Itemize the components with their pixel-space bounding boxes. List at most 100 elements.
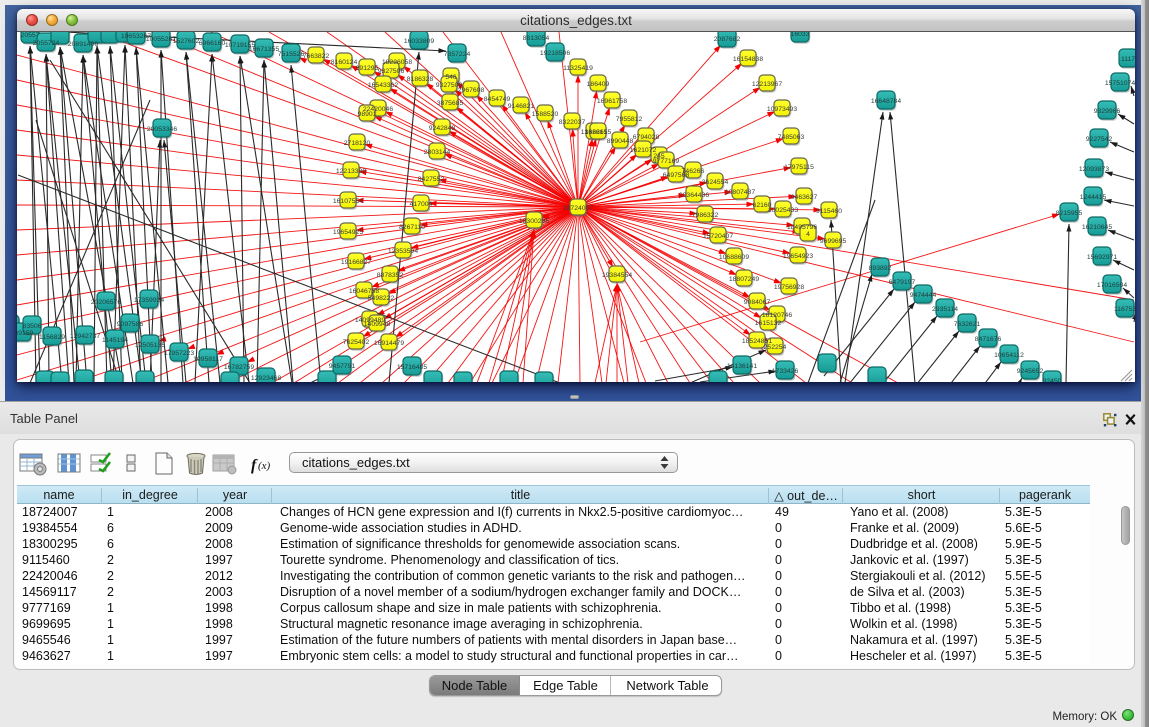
svg-text:12505135: 12505135 [135, 342, 165, 349]
svg-text:19654925: 19654925 [333, 229, 363, 236]
svg-text:20557: 20557 [21, 32, 40, 39]
svg-text:20206576: 20206576 [91, 299, 121, 306]
svg-text:10958117: 10958117 [193, 356, 223, 363]
svg-text:20053346: 20053346 [147, 126, 177, 133]
svg-text:8186328: 8186328 [407, 76, 434, 83]
svg-text:10807487: 10807487 [725, 189, 755, 196]
svg-text:16648784: 16648784 [871, 98, 901, 105]
svg-text:6479197: 6479197 [889, 279, 916, 286]
svg-text:2055724: 2055724 [33, 40, 60, 47]
svg-text:6497568: 6497568 [663, 172, 690, 179]
svg-text:15692971: 15692971 [1087, 254, 1117, 261]
svg-text:17359924: 17359924 [134, 297, 164, 304]
svg-text:19166827: 19166827 [341, 259, 371, 266]
svg-text:891295: 891295 [356, 65, 379, 72]
svg-text:92450: 92450 [1043, 378, 1062, 382]
svg-text:8813054: 8813054 [523, 35, 550, 42]
svg-text:2087682: 2087682 [714, 36, 741, 43]
svg-text:7515526: 7515526 [278, 51, 305, 58]
svg-text:9245652: 9245652 [1017, 368, 1044, 375]
svg-text:7625402: 7625402 [343, 339, 370, 346]
svg-text:8990448: 8990448 [607, 138, 634, 145]
svg-text:16120746: 16120746 [762, 312, 792, 319]
svg-text:8427552: 8427552 [418, 176, 445, 183]
svg-text:9463627: 9463627 [791, 194, 818, 201]
svg-text:9699695: 9699695 [820, 238, 847, 245]
svg-text:12942737: 12942737 [70, 333, 100, 340]
svg-text:10055287: 10055287 [146, 36, 176, 43]
svg-text:9329966: 9329966 [1094, 108, 1121, 115]
svg-text:15751074: 15751074 [1105, 80, 1135, 87]
svg-text:417004: 417004 [410, 201, 433, 208]
svg-text:7986322: 7986322 [692, 212, 719, 219]
svg-text:16914479: 16914479 [374, 340, 404, 347]
svg-text:16961758: 16961758 [597, 98, 627, 105]
svg-text:546: 546 [445, 74, 457, 81]
svg-text:12213389: 12213389 [336, 168, 366, 175]
svg-text:18226058: 18226058 [382, 59, 412, 66]
svg-text:16671355: 16671355 [249, 46, 279, 53]
svg-text:12093873: 12093873 [1079, 166, 1109, 173]
svg-text:1527602: 1527602 [173, 38, 200, 45]
svg-text:10025433: 10025433 [768, 207, 798, 214]
svg-text:16046758: 16046758 [349, 288, 379, 295]
svg-text:8471676: 8471676 [975, 336, 1002, 343]
svg-text:1362615: 1362615 [585, 129, 612, 136]
svg-text:18724007: 18724007 [563, 205, 593, 212]
svg-text:9457791: 9457791 [329, 363, 356, 370]
svg-text:18495796: 18495796 [787, 224, 817, 231]
svg-text:1588520: 1588520 [532, 111, 559, 118]
svg-text:1733426: 1733426 [772, 368, 799, 375]
svg-text:16033809: 16033809 [404, 38, 434, 45]
svg-text:8322037: 8322037 [559, 119, 586, 126]
svg-text:9777169: 9777169 [653, 158, 680, 165]
svg-text:14136141: 14136141 [727, 363, 757, 370]
svg-text:7663822: 7663822 [303, 53, 330, 60]
svg-text:186409: 186409 [587, 81, 610, 88]
svg-text:2718120: 2718120 [344, 140, 371, 147]
svg-text:239159: 239159 [17, 330, 34, 337]
svg-text:16210645: 16210645 [1082, 224, 1112, 231]
svg-text:1615132: 1615132 [755, 320, 782, 327]
svg-text:19654923: 19654923 [783, 253, 813, 260]
svg-text:3624554: 3624554 [702, 179, 729, 186]
svg-text:1244415: 1244415 [1080, 194, 1107, 201]
svg-text:12213967: 12213967 [752, 81, 782, 88]
svg-text:9227542: 9227542 [1086, 136, 1113, 143]
svg-text:5498222: 5498222 [368, 295, 395, 302]
svg-text:252254: 252254 [764, 344, 787, 351]
svg-text:16154838: 16154838 [733, 56, 763, 63]
svg-text:8454749: 8454749 [484, 96, 511, 103]
svg-text:6966160: 6966160 [199, 40, 226, 47]
svg-text:6794028: 6794028 [633, 134, 660, 141]
svg-text:16782759: 16782759 [224, 364, 254, 371]
svg-text:19384554: 19384554 [602, 272, 632, 279]
svg-text:1117: 1117 [1121, 56, 1135, 63]
svg-text:16033: 16033 [791, 32, 810, 38]
svg-text:20364436: 20364436 [679, 192, 709, 199]
svg-text:12353594: 12353594 [388, 248, 418, 255]
svg-text:9084067: 9084067 [744, 299, 771, 306]
svg-text:9242848: 9242848 [429, 125, 456, 132]
svg-text:f: f [251, 457, 258, 474]
svg-text:893892: 893892 [869, 265, 892, 272]
svg-text:10973493: 10973493 [767, 106, 797, 113]
svg-text:12923468: 12923468 [251, 375, 281, 382]
svg-text:17957223: 17957223 [164, 350, 194, 357]
svg-text:(x): (x) [258, 460, 271, 472]
svg-text:1409948: 1409948 [364, 321, 391, 328]
svg-text:9146821: 9146821 [508, 103, 535, 110]
svg-text:16107554: 16107554 [333, 198, 363, 205]
svg-text:8215955: 8215955 [1056, 210, 1083, 217]
svg-text:19756928: 19756928 [774, 284, 804, 291]
svg-text:15716485: 15716485 [397, 364, 427, 371]
svg-text:10688609: 10688609 [719, 254, 749, 261]
svg-text:11325419: 11325419 [563, 65, 593, 72]
svg-text:116753: 116753 [1114, 306, 1135, 313]
svg-text:9097586: 9097586 [117, 321, 144, 328]
svg-text:10654112: 10654112 [994, 352, 1024, 359]
svg-text:9115460: 9115460 [816, 208, 842, 215]
svg-text:8267110: 8267110 [399, 224, 425, 231]
svg-text:17975115: 17975115 [784, 164, 814, 171]
svg-text:8878352: 8878352 [377, 272, 404, 279]
